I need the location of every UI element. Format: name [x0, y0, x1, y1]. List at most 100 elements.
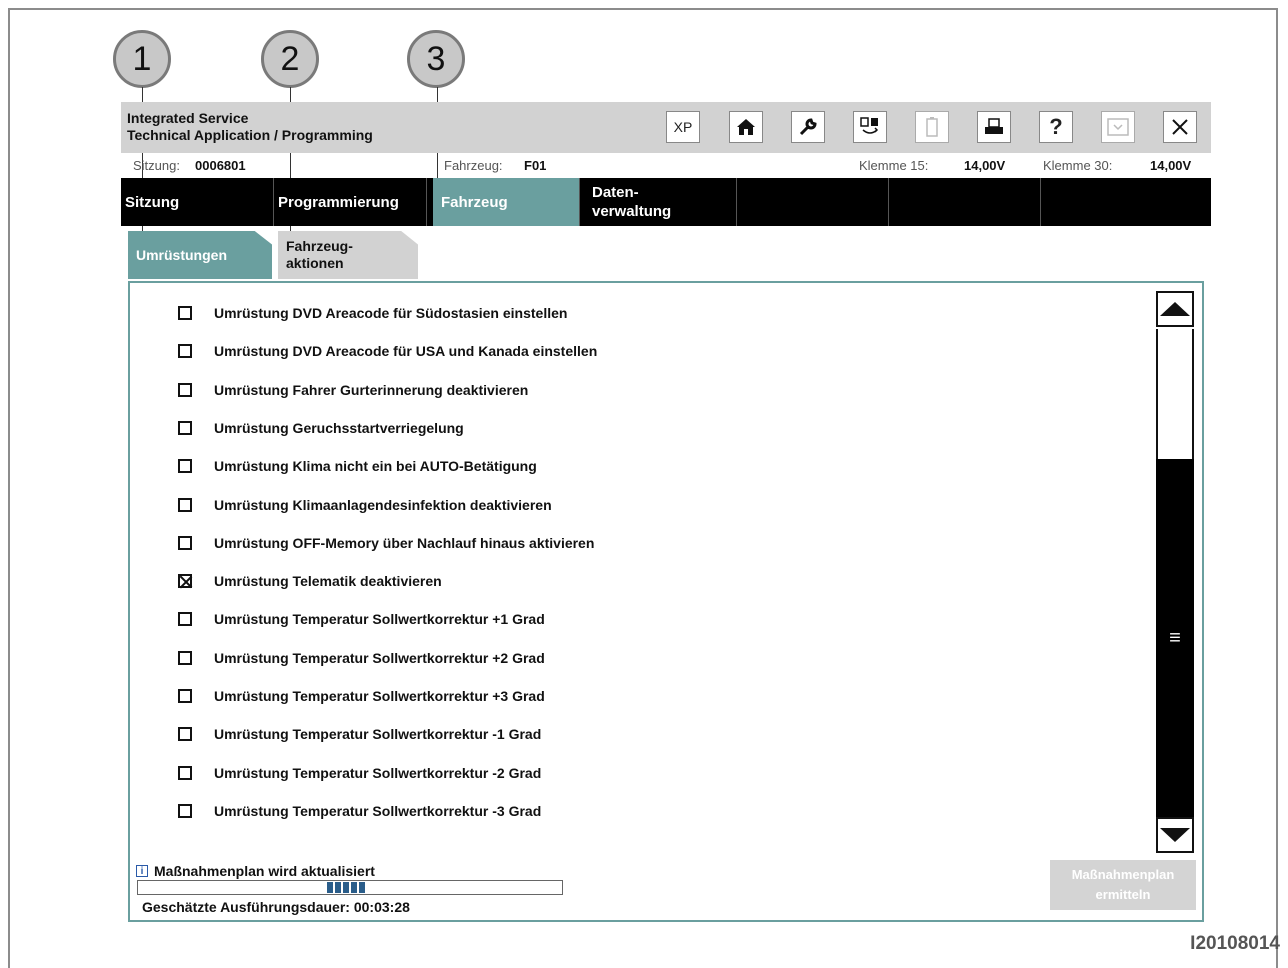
list-item-label: Umrüstung Temperatur Sollwertkorrektur -…: [214, 802, 542, 819]
list-item-label: Umrüstung Geruchsstartverriegelung: [214, 419, 464, 436]
list-item[interactable]: Umrüstung Klima nicht ein bei AUTO-Betät…: [178, 455, 537, 477]
callout-3: 3: [407, 30, 465, 88]
list-item[interactable]: Umrüstung Temperatur Sollwertkorrektur -…: [178, 762, 541, 784]
klemme30-label: Klemme 30:: [1043, 158, 1113, 173]
list-item-checkbox[interactable]: [178, 612, 192, 627]
nav-programmierung[interactable]: Programmierung: [274, 178, 427, 226]
app-title-line2: Technical Application / Programming: [127, 127, 373, 143]
list-item-label: Umrüstung DVD Areacode für USA und Kanad…: [214, 343, 598, 360]
home-icon: [737, 119, 755, 135]
list-item-label: Umrüstung Temperatur Sollwertkorrektur -…: [214, 726, 542, 743]
list-item-checkbox[interactable]: [178, 459, 192, 474]
collapse-icon: [1107, 118, 1129, 136]
list-item-label: Umrüstung OFF-Memory über Nachlauf hinau…: [214, 534, 595, 551]
battery-icon: [926, 117, 938, 137]
print-icon: [985, 118, 1003, 134]
transfer-button[interactable]: [853, 111, 887, 143]
list-item-checkbox[interactable]: [178, 420, 192, 435]
nav-empty-1[interactable]: [737, 178, 889, 226]
nav-datenverwaltung-label: Daten- verwaltung: [592, 184, 672, 220]
callout-1: 1: [113, 30, 171, 88]
list-item[interactable]: Umrüstung Telematik deaktivieren: [178, 570, 442, 592]
nav-programmierung-label: Programmierung: [278, 193, 399, 211]
status-message: i Maßnahmenplan wird aktualisiert: [136, 863, 375, 879]
list-item[interactable]: Umrüstung Fahrer Gurterinnerung deaktivi…: [178, 379, 528, 401]
list-item-checkbox[interactable]: [178, 497, 192, 512]
nav-sitzung[interactable]: Sitzung: [121, 178, 274, 226]
tab-fahrzeugaktionen-label: Fahrzeug- aktionen: [286, 238, 353, 271]
app-title-line1: Integrated Service: [127, 110, 249, 126]
progress-indicator: [327, 882, 367, 893]
scroll-thumb[interactable]: ≡: [1156, 459, 1194, 817]
list-item-checkbox[interactable]: [178, 535, 192, 550]
list-item-checkbox[interactable]: [178, 689, 192, 703]
callout-3-label: 3: [426, 39, 446, 78]
progress-bar: [137, 880, 563, 895]
list-item-checkbox[interactable]: [178, 765, 192, 780]
collapse-button[interactable]: [1101, 111, 1135, 143]
app-title: Integrated Service Technical Application…: [127, 110, 373, 144]
arrow-up-icon: [1160, 302, 1190, 316]
close-button[interactable]: [1163, 111, 1197, 143]
list-item[interactable]: Umrüstung Geruchsstartverriegelung: [178, 417, 464, 439]
list-item[interactable]: Umrüstung Temperatur Sollwertkorrektur +…: [178, 647, 545, 669]
wrench-icon: [799, 118, 817, 136]
list-item[interactable]: Umrüstung DVD Areacode für Südostasien e…: [178, 302, 567, 324]
klemme15-label: Klemme 15:: [859, 158, 929, 173]
list-item[interactable]: Umrüstung Temperatur Sollwertkorrektur +…: [178, 685, 545, 707]
session-value: 0006801: [195, 158, 246, 173]
callout-2-label: 2: [280, 39, 300, 78]
home-button[interactable]: [729, 111, 763, 143]
list-item-label: Umrüstung Telematik deaktivieren: [214, 573, 442, 590]
list-item[interactable]: Umrüstung Temperatur Sollwertkorrektur -…: [178, 723, 541, 745]
list-item-label: Umrüstung Temperatur Sollwertkorrektur +…: [214, 649, 545, 666]
determine-plan-button[interactable]: Maßnahmenplan ermitteln: [1050, 860, 1196, 910]
list-item[interactable]: Umrüstung Temperatur Sollwertkorrektur +…: [178, 608, 545, 630]
list-item-checkbox[interactable]: [178, 306, 192, 320]
xp-icon: XP: [673, 119, 693, 135]
list-item-checkbox[interactable]: [178, 727, 192, 742]
battery-button[interactable]: [915, 111, 949, 143]
list-item-label: Umrüstung Temperatur Sollwertkorrektur +…: [214, 688, 545, 704]
scroll-down-button[interactable]: [1156, 817, 1194, 853]
list-item-label: Umrüstung Temperatur Sollwertkorrektur +…: [214, 611, 545, 628]
arrow-down-icon: [1160, 828, 1190, 842]
list-item[interactable]: Umrüstung Klimaanlagendesinfektion deakt…: [178, 494, 552, 516]
print-button[interactable]: [977, 111, 1011, 143]
info-icon: i: [136, 865, 148, 877]
callout-2: 2: [261, 30, 319, 88]
list-item[interactable]: Umrüstung OFF-Memory über Nachlauf hinau…: [178, 532, 594, 554]
transfer-icon: [860, 117, 879, 134]
list-item[interactable]: Umrüstung DVD Areacode für USA und Kanad…: [178, 340, 597, 362]
estimated-duration: Geschätzte Ausführungsdauer: 00:03:28: [142, 899, 410, 915]
list-item[interactable]: Umrüstung Temperatur Sollwertkorrektur -…: [178, 800, 541, 822]
callout-1-label: 1: [132, 39, 152, 78]
status-bar: Sitzung: 0006801 Fahrzeug: F01 Klemme 15…: [121, 155, 1211, 177]
scroll-up-button[interactable]: [1156, 291, 1194, 327]
list-item-checkbox[interactable]: [178, 803, 192, 818]
determine-plan-label: Maßnahmenplan ermitteln: [1071, 867, 1175, 902]
list-item-checkbox[interactable]: [178, 382, 192, 397]
nav-empty-3[interactable]: [1041, 178, 1211, 226]
nav-fahrzeug[interactable]: Fahrzeug: [433, 178, 580, 226]
list-item-label: Umrüstung Klima nicht ein bei AUTO-Betät…: [214, 458, 537, 475]
status-message-text: Maßnahmenplan wird aktualisiert: [154, 863, 375, 879]
list-item-label: Umrüstung DVD Areacode für Südostasien e…: [214, 305, 568, 321]
list-item-checkbox[interactable]: [178, 574, 192, 589]
vehicle-value: F01: [524, 158, 547, 173]
service-button[interactable]: [791, 111, 825, 143]
help-button[interactable]: ?: [1039, 111, 1073, 143]
vehicle-label: Fahrzeug:: [444, 158, 503, 173]
nav-empty-2[interactable]: [889, 178, 1041, 226]
session-label: Sitzung:: [133, 158, 180, 173]
list-item-checkbox[interactable]: [178, 344, 192, 359]
nav-datenverwaltung[interactable]: Daten- verwaltung: [580, 178, 737, 226]
tab-fahrzeugaktionen[interactable]: Fahrzeug- aktionen: [278, 231, 418, 279]
klemme15-value: 14,00V: [964, 158, 1006, 173]
list-item-checkbox[interactable]: [178, 650, 192, 665]
nav-sitzung-label: Sitzung: [125, 193, 180, 211]
close-icon: [1172, 119, 1188, 135]
image-id: I20108014: [1190, 933, 1280, 954]
tab-umruestungen[interactable]: Umrüstungen: [128, 231, 272, 279]
xp-button[interactable]: XP: [666, 111, 700, 143]
